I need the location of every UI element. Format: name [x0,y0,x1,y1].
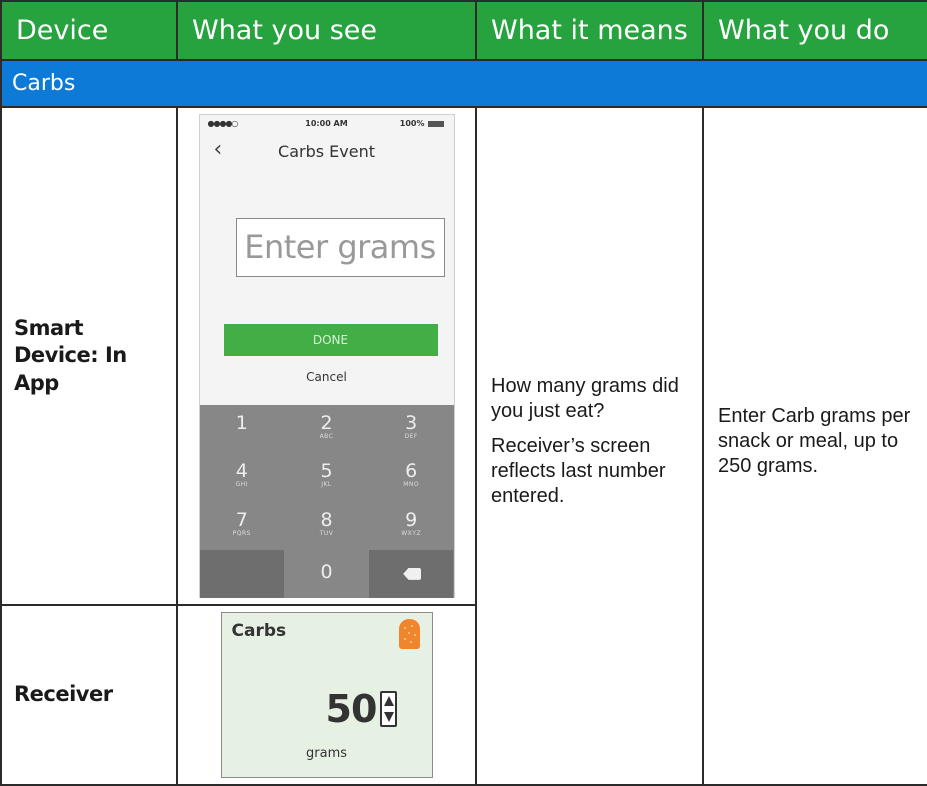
battery-indicator: 100% [400,119,444,128]
carb-unit: grams [306,746,347,761]
instruction-table: Device What you see What it means What y… [0,0,927,786]
key-8[interactable]: 8 TUV [284,502,369,550]
key-5[interactable]: 5 JKL [284,453,369,501]
status-bar: ●●●●○ 10:00 AM 100% [200,119,454,133]
header-device: Device [0,0,178,61]
section-title: Carbs [0,59,927,108]
nav-bar: ‹ Carbs Event [200,137,454,169]
key-6[interactable]: 6 MNO [369,453,454,501]
key-7[interactable]: 7 PQRS [200,502,285,550]
screen-title: Carbs Event [278,142,375,161]
meaning-note: Receiver’s screen reflects last number e… [491,434,666,507]
receiver-title: Carbs [231,621,287,641]
battery-percent: 100% [399,119,425,128]
carbs-cookie-icon [398,619,420,649]
header-what-you-see: What you see [176,0,477,61]
phone-screenshot-cell: ●●●●○ 10:00 AM 100% ‹ Carbs Event Enter … [176,106,477,606]
delete-key[interactable] [368,549,454,598]
key-1[interactable]: 1 [200,405,285,453]
action-cell: Enter Carb grams per snack or meal, up t… [702,106,927,786]
meaning-question: How many grams did you just eat? [491,374,679,422]
key-9[interactable]: 9 WXYZ [369,502,454,550]
row-smart-device: Smart Device: In App ●●●●○ 10:00 AM 100%… [0,106,927,786]
header-row: Device What you see What it means What y… [0,0,927,61]
header-what-it-means: What it means [475,0,704,61]
header-what-you-do: What you do [702,0,927,61]
battery-icon [427,120,444,127]
grams-input[interactable]: Enter grams [235,218,445,277]
key-0[interactable]: 0 [284,550,369,598]
key-4[interactable]: 4 GHI [200,453,285,501]
up-down-arrows-icon[interactable] [379,691,397,727]
receiver-screen: Carbs 50 grams [220,612,433,778]
numeric-keypad: 1 2 ABC 3 DEF 4 GHI 5 JKL 6 MNO 7 PQRS 8 TUV 9W… [199,405,454,598]
device-label-smart-device: Smart Device: In App [0,106,178,606]
key-blank [199,549,285,598]
action-text: Enter Carb grams per snack or meal, up t… [718,404,911,477]
meaning-cell: How many grams did you just eat? Receive… [475,106,704,786]
section-row: Carbs [0,59,927,108]
key-3[interactable]: 3 DEF [369,405,454,453]
device-label-receiver: Receiver [0,604,178,786]
backspace-icon [403,567,422,580]
done-button[interactable]: DONE [223,324,438,356]
phone-screen: ●●●●○ 10:00 AM 100% ‹ Carbs Event Enter … [198,114,455,598]
cancel-button[interactable]: Cancel [200,370,454,384]
receiver-screenshot-cell: Carbs 50 grams [176,604,477,786]
carb-value: 50 [325,687,378,731]
key-2[interactable]: 2 ABC [284,405,369,453]
